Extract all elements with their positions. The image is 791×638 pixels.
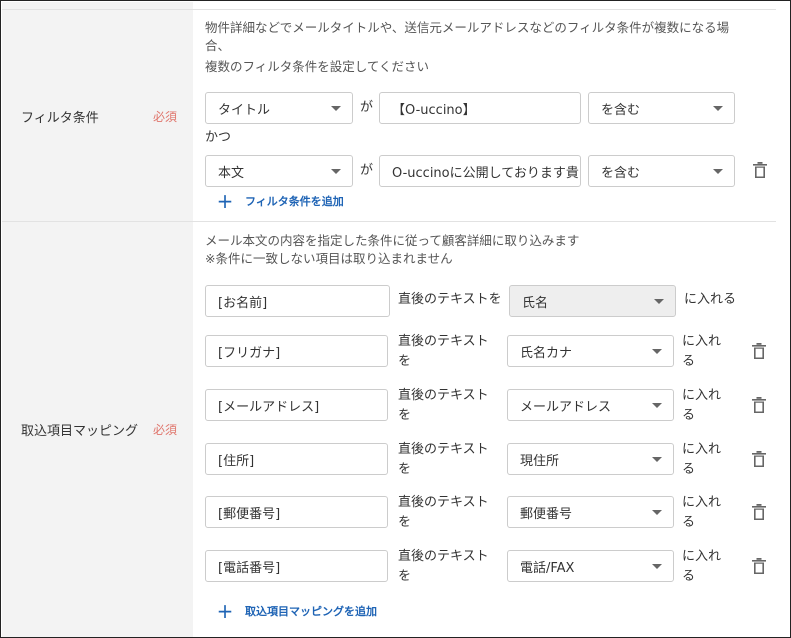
mapping-source-input[interactable]: [お名前] [205, 285, 390, 317]
mapping-suffix-text: に入れ [682, 388, 722, 403]
mapping-target-value: メールアドレス [520, 399, 612, 415]
trash-icon[interactable] [753, 162, 767, 178]
add-mapping-button[interactable]: + 取込項目マッピングを追加 [215, 599, 377, 623]
filter-description-line3: 複数のフィルタ条件を設定してください [205, 59, 430, 74]
mapping-suffix-text: る [682, 354, 696, 369]
mapping-suffix-text: る [682, 515, 696, 530]
mapping-source-input[interactable]: [住所] [205, 443, 388, 475]
chevron-down-icon [713, 106, 723, 111]
mapping-middle-text: 直後のテキスト [398, 495, 489, 510]
mapping-target-select[interactable]: 郵便番号 [507, 496, 674, 528]
mapping-target-value: 氏名カナ [520, 345, 573, 361]
filter-field-value: タイトル [218, 102, 271, 118]
filter-operator-value: を含む [601, 165, 641, 181]
mapping-middle-text: 直後のテキスト [398, 388, 489, 403]
plus-icon: + [216, 189, 234, 213]
plus-icon: + [216, 599, 234, 623]
mapping-target-select: 氏名 [509, 285, 676, 317]
filter-description-line2: 合、 [205, 38, 231, 53]
filter-operator-value: を含む [601, 102, 641, 118]
divider-middle [2, 221, 776, 222]
filter-required-badge: 必須 [153, 110, 178, 124]
trash-icon[interactable] [752, 451, 766, 467]
mapping-suffix-text: に入れる [684, 292, 737, 307]
filter-field-select[interactable]: タイトル [205, 92, 353, 124]
mapping-middle-text: 直後のテキスト [398, 549, 489, 564]
mapping-target-value: 現住所 [520, 453, 560, 469]
mapping-target-value: 氏名 [522, 295, 549, 311]
mapping-middle-text: を [398, 354, 412, 369]
mapping-middle-text: 直後のテキスト [398, 334, 489, 349]
mapping-target-value: 郵便番号 [520, 506, 573, 522]
add-filter-button[interactable]: + フィルタ条件を追加 [215, 189, 344, 213]
mapping-target-select[interactable]: 氏名カナ [507, 335, 674, 367]
mapping-suffix-text: に入れ [682, 334, 722, 349]
mapping-description-line2: ※条件に一致しない項目は取り込まれません [205, 251, 453, 266]
mapping-middle-text: を [398, 462, 412, 477]
settings-form: フィルタ条件 必須 物件詳細などでメールタイトルや、送信元メールアドレスなどのフ… [0, 0, 791, 638]
chevron-down-icon [713, 169, 723, 174]
chevron-down-icon [331, 169, 341, 174]
mapping-source-input[interactable]: [電話番号] [205, 550, 388, 582]
mapping-source-input[interactable]: [メールアドレス] [205, 389, 388, 421]
mapping-target-select[interactable]: メールアドレス [507, 389, 674, 421]
filter-operator-select[interactable]: を含む [588, 92, 735, 124]
trash-icon[interactable] [752, 343, 766, 359]
divider-top [2, 9, 776, 10]
mapping-middle-text: を [398, 408, 412, 423]
mapping-suffix-text: に入れ [682, 495, 722, 510]
label-column [2, 2, 193, 637]
mapping-suffix-text: る [682, 408, 696, 423]
filter-joiner: かつ [205, 130, 232, 145]
mapping-suffix-text: に入れ [682, 549, 722, 564]
filter-section-label: フィルタ条件 [21, 111, 99, 126]
mapping-description-line1: メール本文の内容を指定した条件に従って顧客詳細に取り込みます [205, 233, 580, 248]
trash-icon[interactable] [752, 397, 766, 413]
filter-value-input[interactable]: O-uccinoに公開しております貴 [379, 155, 581, 187]
filter-field-select[interactable]: 本文 [205, 155, 353, 187]
chevron-down-icon [331, 106, 341, 111]
mapping-section-label: 取込項目マッピング [21, 424, 139, 439]
mapping-middle-text: 直後のテキスト [398, 442, 489, 457]
mapping-source-input[interactable]: [郵便番号] [205, 496, 388, 528]
trash-icon[interactable] [752, 558, 766, 574]
chevron-down-icon [652, 510, 662, 515]
chevron-down-icon [654, 299, 664, 304]
mapping-source-input[interactable]: [フリガナ] [205, 335, 388, 367]
mapping-middle-text: を [398, 569, 412, 584]
mapping-target-value: 電話/FAX [520, 560, 575, 576]
mapping-suffix-text: る [682, 569, 696, 584]
filter-connector: が [360, 100, 374, 115]
mapping-required-badge: 必須 [153, 423, 178, 437]
filter-field-value: 本文 [218, 165, 245, 181]
filter-operator-select[interactable]: を含む [588, 155, 735, 187]
mapping-middle-text: 直後のテキストを [398, 292, 502, 307]
chevron-down-icon [652, 349, 662, 354]
chevron-down-icon [652, 403, 662, 408]
filter-description-line1: 物件詳細などでメールタイトルや、送信元メールアドレスなどのフィルタ条件が複数にな… [205, 20, 730, 35]
add-filter-label: フィルタ条件を追加 [245, 195, 344, 208]
filter-connector: が [360, 163, 374, 178]
mapping-middle-text: を [398, 515, 412, 530]
chevron-down-icon [652, 457, 662, 462]
mapping-suffix-text: る [682, 462, 696, 477]
trash-icon[interactable] [752, 504, 766, 520]
mapping-suffix-text: に入れ [682, 442, 722, 457]
chevron-down-icon [652, 564, 662, 569]
mapping-target-select[interactable]: 現住所 [507, 443, 674, 475]
mapping-target-select[interactable]: 電話/FAX [507, 550, 674, 582]
add-mapping-label: 取込項目マッピングを追加 [245, 605, 377, 618]
filter-value-input[interactable]: 【O-uccino】 [379, 92, 581, 124]
